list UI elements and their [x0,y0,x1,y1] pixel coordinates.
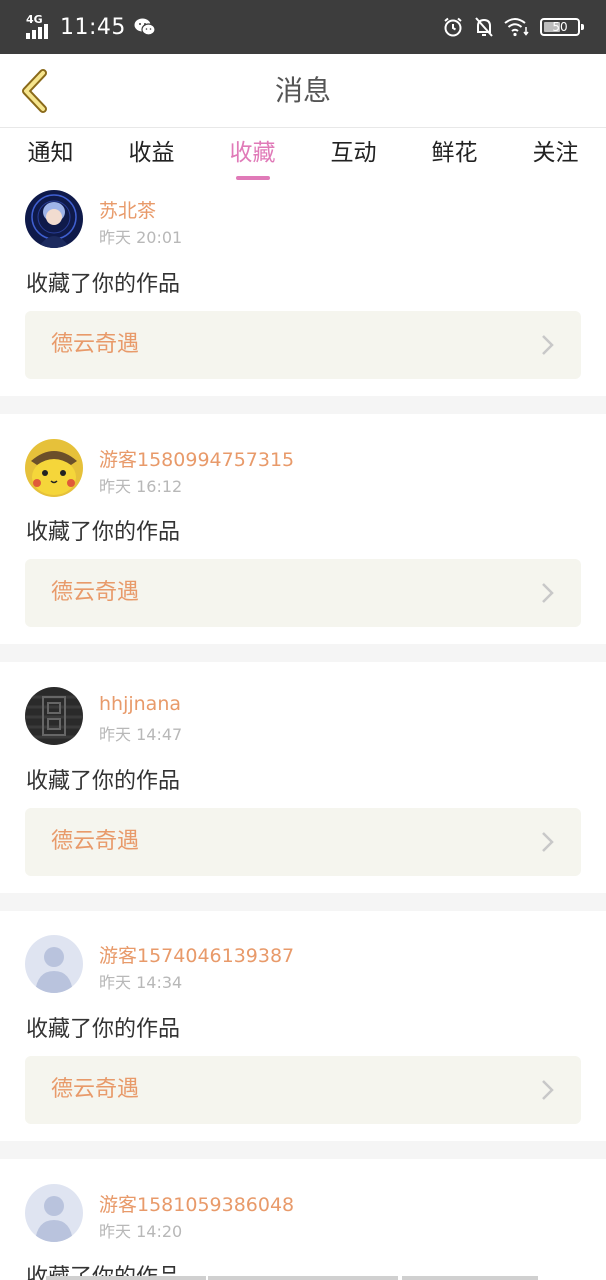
username[interactable]: 游客1580994757315 [99,445,294,472]
work-title: 德云奇遇 [51,580,140,605]
divider [0,644,606,662]
alarm-icon [444,17,462,37]
action-text: 收藏了你的作品 [26,272,181,297]
work-title: 德云奇遇 [51,1077,140,1102]
bell-muted-icon [475,17,493,37]
list-item: 苏北茶 昨天 20:01 收藏了你的作品 德云奇遇 [0,184,606,396]
tab-bar: 通知 收益 收藏 互动 鲜花 关注 [0,128,606,184]
tab-label: 关注 [532,140,579,166]
nav-hint-bar [402,1276,538,1280]
battery-level: 50 [552,20,568,34]
active-tab-indicator [235,176,270,180]
tab-flowers[interactable]: 鲜花 [404,128,505,184]
avatar[interactable] [25,439,83,497]
tab-label: 互动 [330,140,377,166]
tab-label: 通知 [27,140,74,166]
username[interactable]: hhjjnana [99,693,181,715]
list-item: 游客1574046139387 昨天 14:34 收藏了你的作品 德云奇遇 [0,911,606,1141]
action-text: 收藏了你的作品 [26,520,181,545]
work-title: 德云奇遇 [51,332,140,357]
tab-label: 收益 [128,140,175,166]
divider [0,893,606,911]
avatar[interactable] [25,935,83,993]
work-link[interactable]: 德云奇遇 [25,311,581,379]
dark-pattern-avatar-icon [25,687,83,745]
pikachu-avatar-icon [25,439,83,497]
avatar[interactable] [25,190,83,248]
timestamp: 昨天 20:01 [99,228,183,247]
work-link[interactable]: 德云奇遇 [25,1056,581,1124]
action-text: 收藏了你的作品 [26,769,181,794]
wechat-icon [134,18,156,36]
tab-follow[interactable]: 关注 [505,128,606,184]
tab-label: 收藏 [229,140,276,166]
action-text: 收藏了你的作品 [26,1017,181,1042]
list-item: hhjjnana 昨天 14:47 收藏了你的作品 德云奇遇 [0,662,606,893]
message-list[interactable]: 苏北茶 昨天 20:01 收藏了你的作品 德云奇遇 游客158099475731… [0,184,606,1280]
username[interactable]: 苏北茶 [99,196,156,223]
chevron-right-icon [542,335,554,355]
divider [0,1141,606,1159]
wifi-icon [504,18,529,37]
tab-interaction[interactable]: 互动 [303,128,404,184]
default-avatar-icon [25,935,83,993]
anime-avatar-icon [25,190,83,248]
status-right: 50 [442,0,584,54]
status-time: 11:45 [60,14,126,40]
work-link[interactable]: 德云奇遇 [25,808,581,876]
tab-favorites[interactable]: 收藏 [202,128,303,184]
tab-earnings[interactable]: 收益 [101,128,202,184]
work-link[interactable]: 德云奇遇 [25,559,581,627]
list-item: 游客1581059386048 昨天 14:20 收藏了你的作品 [0,1159,606,1280]
chevron-right-icon [542,832,554,852]
timestamp: 昨天 16:12 [99,477,183,496]
avatar[interactable] [25,687,83,745]
title-bar: 消息 [0,54,606,128]
tab-label: 鲜花 [431,140,478,166]
work-title: 德云奇遇 [51,829,140,854]
default-avatar-icon [25,1184,83,1242]
tab-notice[interactable]: 通知 [0,128,101,184]
status-bar: 4G 11:45 50 [0,0,606,54]
battery-icon: 50 [540,18,584,36]
divider [0,396,606,414]
nav-hint-bar [208,1276,398,1280]
nav-hint-bar [46,1276,206,1280]
avatar[interactable] [25,1184,83,1242]
timestamp: 昨天 14:20 [99,1222,183,1241]
status-left: 4G 11:45 [26,0,156,54]
list-item: 游客1580994757315 昨天 16:12 收藏了你的作品 德云奇遇 [0,414,606,644]
chevron-right-icon [542,1080,554,1100]
signal-icon: 4G [26,13,52,39]
page-title: 消息 [274,74,331,107]
username[interactable]: 游客1574046139387 [99,941,294,968]
chevron-right-icon [542,583,554,603]
timestamp: 昨天 14:34 [99,973,183,992]
username[interactable]: 游客1581059386048 [99,1190,294,1217]
timestamp: 昨天 14:47 [99,725,183,744]
